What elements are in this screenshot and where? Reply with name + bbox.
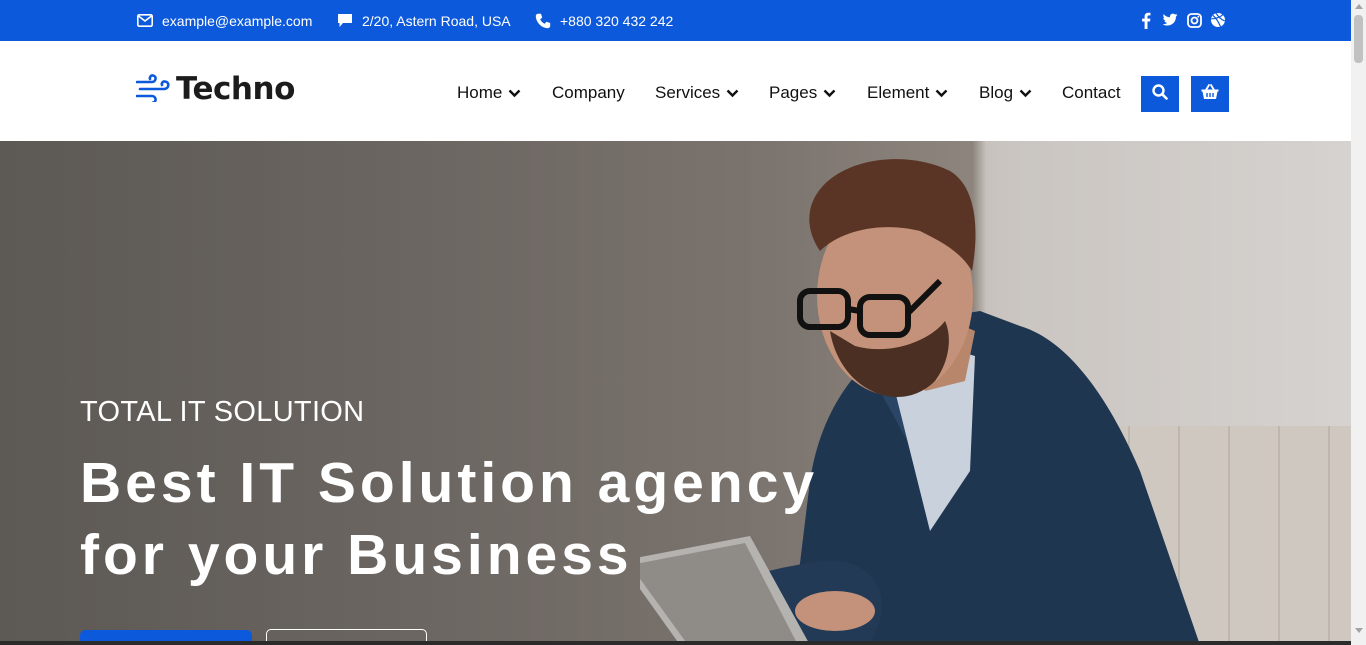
chevron-down-icon (823, 89, 836, 98)
cart-button[interactable] (1191, 76, 1229, 112)
hero-subtitle: TOTAL IT SOLUTION (80, 396, 365, 428)
scroll-up-arrow-icon[interactable] (1355, 4, 1363, 9)
phone-text: +880 320 432 242 (560, 12, 674, 29)
phone-icon (535, 13, 551, 29)
cart-icon (1201, 83, 1219, 105)
chevron-down-icon (935, 89, 948, 98)
nav-label: Pages (769, 83, 818, 102)
phone-contact[interactable]: +880 320 432 242 (535, 0, 673, 41)
hero-banner: TOTAL IT SOLUTION Best IT Solution agenc… (0, 141, 1351, 645)
nav-label: Blog (979, 83, 1014, 102)
email-text: example@example.com (162, 12, 313, 29)
scrollbar-thumb[interactable] (1354, 15, 1363, 63)
nav-label: Home (457, 83, 503, 102)
social-links (1138, 11, 1226, 29)
twitter-icon[interactable] (1162, 11, 1178, 29)
chevron-down-icon (508, 89, 521, 98)
nav-pages[interactable]: Pages (769, 83, 836, 103)
site-logo[interactable]: Techno (135, 71, 295, 107)
nav-services[interactable]: Services (655, 83, 739, 103)
hero-title-line-2: for your Business (80, 523, 633, 587)
nav-home[interactable]: Home (457, 83, 521, 103)
vertical-scrollbar[interactable] (1351, 0, 1366, 645)
chevron-down-icon (1019, 89, 1032, 98)
logo-text: Techno (176, 71, 295, 107)
hero-title-line-1: Best IT Solution agency (80, 451, 819, 515)
nav-blog[interactable]: Blog (979, 83, 1032, 103)
comment-icon (337, 13, 353, 28)
instagram-icon[interactable] (1186, 11, 1202, 29)
address-text: 2/20, Astern Road, USA (362, 12, 511, 29)
nav-label: Element (867, 83, 930, 102)
search-icon (1152, 83, 1168, 105)
nav-label: Contact (1062, 83, 1121, 102)
nav-contact[interactable]: Contact (1062, 83, 1121, 103)
hero-title: Best IT Solution agency for your Busines… (80, 447, 840, 591)
wind-logo-icon (135, 72, 172, 107)
window-bottom-edge (0, 641, 1351, 645)
facebook-icon[interactable] (1138, 11, 1154, 29)
email-contact[interactable]: example@example.com (137, 0, 312, 41)
dribbble-icon[interactable] (1210, 11, 1226, 29)
top-info-bar: example@example.com 2/20, Astern Road, U… (0, 0, 1351, 41)
address-contact: 2/20, Astern Road, USA (337, 0, 511, 41)
chevron-down-icon (726, 89, 739, 98)
nav-label: Company (552, 83, 625, 102)
nav-label: Services (655, 83, 721, 102)
search-button[interactable] (1141, 76, 1179, 112)
scroll-down-arrow-icon[interactable] (1355, 628, 1363, 633)
envelope-icon (137, 14, 153, 27)
nav-element[interactable]: Element (867, 83, 948, 103)
nav-company[interactable]: Company (552, 83, 625, 103)
main-header: Techno Home Company Services Pages Eleme… (0, 41, 1351, 141)
